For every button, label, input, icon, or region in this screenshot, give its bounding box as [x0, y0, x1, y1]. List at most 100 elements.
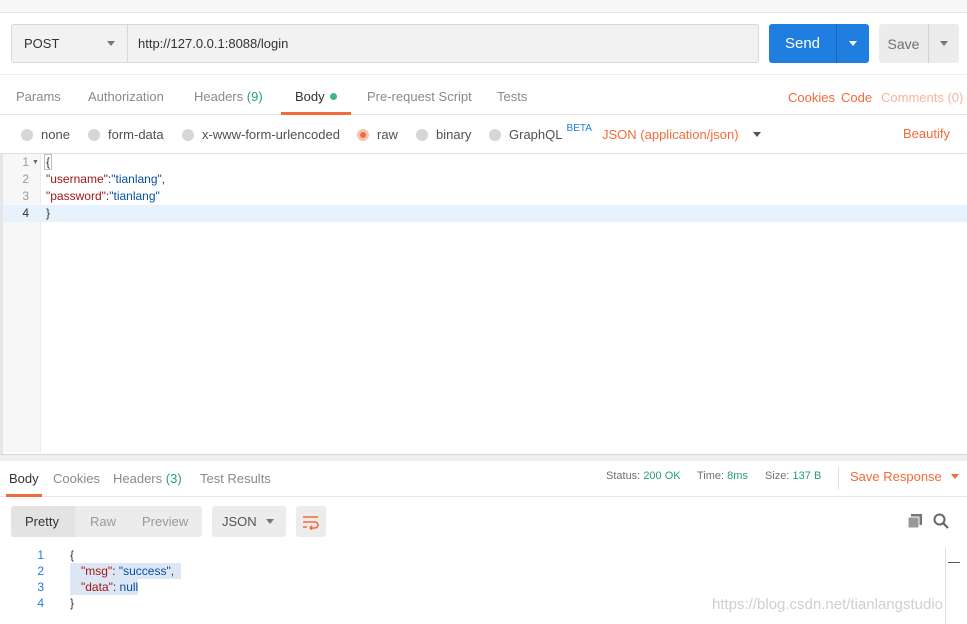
radio-x-www-form-urlencoded[interactable]: x-www-form-urlencoded [182, 127, 340, 142]
copy-icon[interactable] [907, 513, 923, 529]
size-readout: Size: 137 B [765, 470, 821, 482]
json-comma: , [161, 172, 166, 186]
save-response-button[interactable]: Save Response [850, 469, 959, 484]
line-number: 4 [22, 206, 29, 220]
line-number: 1 [22, 155, 29, 169]
radio-none[interactable]: none [21, 127, 70, 142]
send-options-button[interactable] [836, 24, 869, 63]
chevron-down-icon [752, 132, 761, 137]
json-key: "data" [81, 580, 113, 594]
response-tabs: Body Cookies Headers (3) Test Results St… [0, 461, 967, 497]
response-tab-headers[interactable]: Headers (3) [113, 471, 182, 486]
radio-label: raw [377, 127, 398, 142]
beautify-link[interactable]: Beautify [903, 126, 950, 141]
json-colon: : [112, 580, 120, 594]
scroll-thumb[interactable] [948, 562, 960, 563]
save-options-button[interactable] [928, 24, 959, 63]
radio-raw[interactable]: raw [357, 127, 398, 142]
tab-params[interactable]: Params [16, 89, 61, 104]
response-tab-body[interactable]: Body [9, 471, 39, 486]
pane-divider[interactable] [0, 454, 967, 461]
chevron-down-icon [940, 41, 948, 46]
radio-circle [88, 128, 100, 141]
wrap-lines-button[interactable] [296, 506, 326, 537]
tab-label: Authorization [88, 89, 164, 104]
json-key: "username" [46, 172, 108, 186]
tab-body[interactable]: Body [295, 89, 337, 104]
tab-tests[interactable]: Tests [497, 89, 527, 104]
method-select[interactable]: POST [12, 25, 128, 62]
send-button[interactable]: Send [769, 24, 836, 63]
tab-pre-request-script[interactable]: Pre-request Script [367, 89, 472, 104]
bracket-match: { [44, 154, 53, 170]
editor-line: 1 ▼ { [3, 154, 967, 171]
headers-count: (3) [165, 471, 182, 486]
request-body-editor[interactable]: 1 ▼ { 2 "username":"tianlang", 3 "passwo… [0, 154, 967, 454]
radio-circle [416, 128, 428, 141]
save-response-label: Save Response [850, 469, 942, 484]
chevron-down-icon [107, 41, 115, 46]
response-scrollbar[interactable] [945, 548, 960, 624]
response-tab-test-results[interactable]: Test Results [200, 471, 271, 486]
radio-label: x-www-form-urlencoded [202, 127, 340, 142]
radio-circle [21, 128, 33, 141]
line-number: 2 [22, 172, 29, 186]
response-line: 1 { [0, 547, 940, 563]
url-text: http://127.0.0.1:8088/login [138, 36, 289, 51]
editor-line: 3 "password":"tianlang" [3, 188, 967, 205]
radio-label: binary [436, 127, 472, 142]
beta-badge: BETA [566, 123, 592, 134]
view-preview-button[interactable]: Preview [142, 514, 188, 529]
line-number: 3 [22, 189, 29, 203]
chevron-down-icon [950, 474, 959, 479]
line-code: } [70, 596, 75, 610]
top-strip [0, 0, 967, 13]
tab-authorization[interactable]: Authorization [88, 89, 164, 104]
response-line: 2 "msg": "success", [0, 563, 940, 579]
radio-form-data[interactable]: form-data [88, 127, 164, 142]
search-icon[interactable] [933, 513, 949, 529]
json-value: null [119, 580, 139, 594]
chevron-down-icon [849, 41, 857, 46]
editor-line: 2 "username":"tianlang", [3, 171, 967, 188]
body-status-dot [329, 93, 337, 100]
time-readout: Time: 8ms [697, 470, 748, 482]
line-code: "msg": "success", [70, 563, 181, 579]
url-input[interactable]: http://127.0.0.1:8088/login [128, 25, 758, 62]
tab-label: Headers [194, 89, 244, 104]
status-readout: Status: 200 OK [606, 470, 681, 482]
divider [838, 467, 839, 489]
response-view-bar: Pretty Raw Preview JSON [0, 497, 967, 541]
headers-count: (9) [246, 89, 263, 104]
radio-binary[interactable]: binary [416, 127, 471, 142]
send-button-group: Send [769, 24, 869, 63]
json-value: "tianlang" [109, 189, 160, 203]
json-comma: , [170, 564, 175, 578]
response-tab-cookies[interactable]: Cookies [53, 471, 100, 486]
view-raw-button[interactable]: Raw [90, 514, 116, 529]
tab-label: Body [295, 89, 325, 104]
content-type-select[interactable]: JSON (application/json) [602, 127, 761, 142]
tab-label: Pre-request Script [367, 89, 472, 104]
save-button-group: Save [879, 24, 959, 63]
tab-headers[interactable]: Headers (9) [194, 89, 263, 104]
radio-circle-selected [357, 128, 369, 141]
cookies-link[interactable]: Cookies [788, 90, 835, 105]
response-line: 3 "data": null [0, 579, 940, 595]
format-label: JSON [222, 514, 257, 529]
radio-circle [489, 128, 501, 141]
response-format-select[interactable]: JSON [212, 506, 286, 537]
json-colon: : [112, 564, 119, 578]
fold-arrow-icon[interactable]: ▼ [32, 154, 39, 171]
size-value: 137 B [792, 470, 822, 482]
tab-label: Test Results [200, 471, 271, 486]
view-pretty-button[interactable]: Pretty [25, 514, 59, 529]
code-link[interactable]: Code [841, 90, 872, 105]
tab-label: Params [16, 89, 61, 104]
comments-link[interactable]: Comments (0) [881, 90, 963, 105]
line-number: 4 [37, 596, 44, 610]
watermark: https://blog.csdn.net/tianlangstudio [712, 596, 943, 613]
tab-label: Tests [497, 89, 528, 104]
save-button[interactable]: Save [879, 24, 928, 63]
radio-graphql[interactable]: GraphQL BETA [489, 123, 592, 142]
